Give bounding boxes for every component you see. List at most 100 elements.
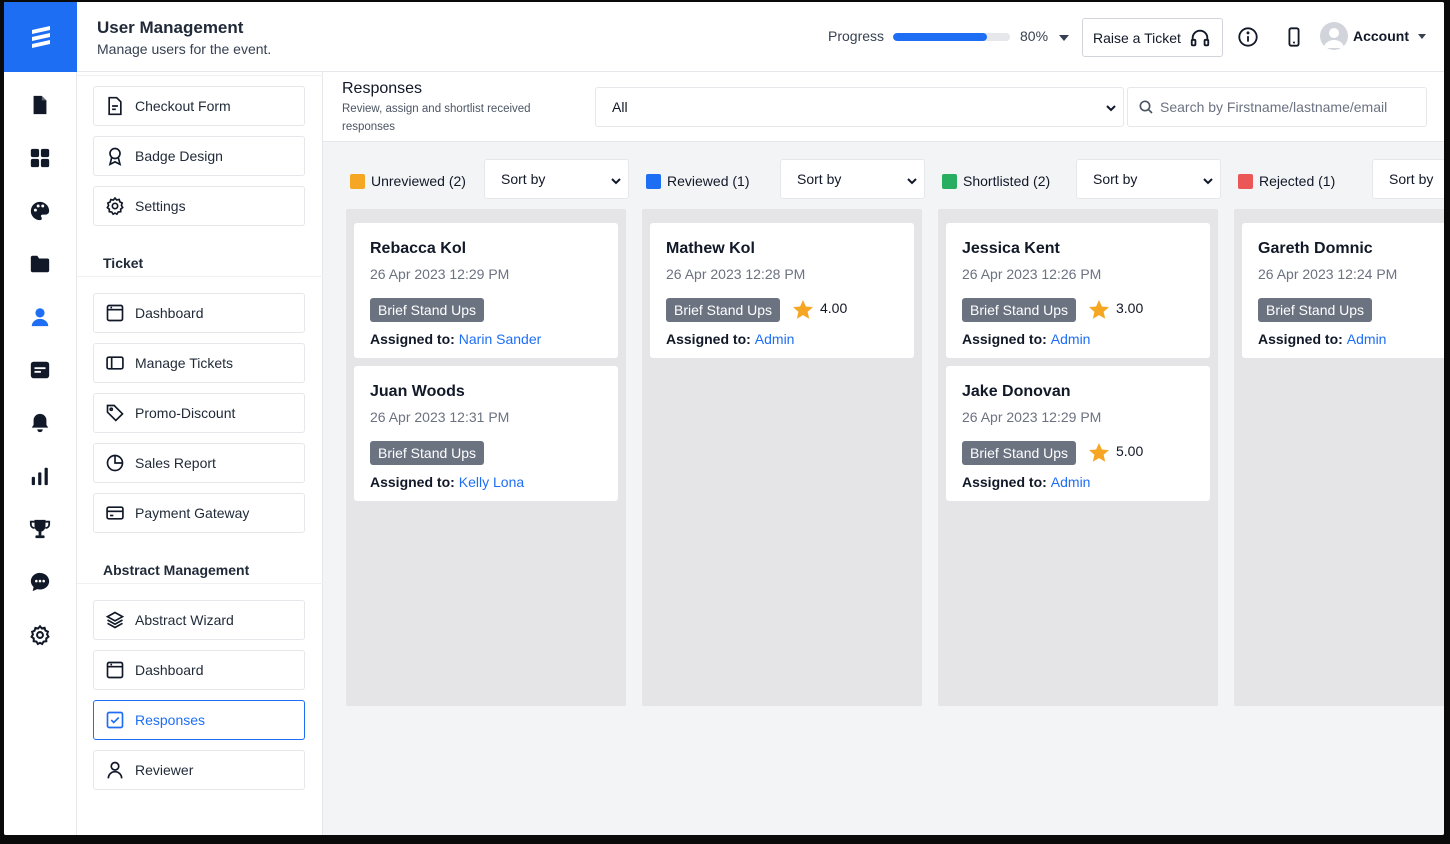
document-icon[interactable] (29, 94, 51, 116)
column-title: Reviewed (1) (667, 173, 750, 189)
search-icon (1139, 100, 1153, 114)
response-card[interactable]: Juan Woods 26 Apr 2023 12:31 PM Brief Stan… (354, 366, 618, 501)
progress-fill (893, 33, 987, 41)
column-header-reviewed: Reviewed (1) (646, 170, 749, 192)
browser-icon (106, 661, 124, 679)
responses-subtitle: Review, assign and shortlist received re… (342, 103, 531, 133)
menu-item-responses[interactable]: Responses (93, 700, 305, 740)
menu-divider (77, 583, 323, 584)
sort-by-select-reviewed[interactable]: Sort by (780, 159, 925, 199)
assigned-label: Assigned to: (666, 331, 751, 347)
status-color-swatch (1238, 173, 1253, 189)
app-window: User Management Manage users for the eve… (4, 2, 1444, 835)
menu-item-label: Checkout Form (135, 98, 231, 114)
menu-item-sales-report[interactable]: Sales Report (93, 443, 305, 483)
column-title: Unreviewed (2) (371, 173, 466, 189)
menu-item-payment-gateway[interactable]: Payment Gateway (93, 493, 305, 533)
status-filter-select[interactable]: All (595, 87, 1124, 127)
headset-icon (1190, 29, 1210, 46)
menu-item-abstract-dashboard[interactable]: Dashboard (93, 650, 305, 690)
menu-item-checkout-form[interactable]: Checkout Form (93, 86, 305, 126)
avatar[interactable] (1320, 22, 1348, 50)
progress-bar (893, 33, 1010, 41)
user-icon[interactable] (29, 306, 51, 328)
progress-dropdown-icon[interactable] (1059, 35, 1069, 41)
filter-value: All (612, 99, 628, 115)
search-box[interactable] (1127, 87, 1427, 127)
assignee-link[interactable]: Admin (755, 331, 795, 347)
menu-item-label: Badge Design (135, 148, 223, 164)
account-chevron-icon[interactable] (1418, 34, 1426, 39)
sort-label: Sort by (501, 171, 546, 187)
menu-divider (77, 276, 323, 277)
applicant-name: Mathew Kol (666, 240, 755, 257)
card-icon (106, 506, 124, 520)
chevron-down-icon (1203, 178, 1213, 185)
avatar-icon (1324, 28, 1344, 48)
mobile-icon[interactable] (1283, 26, 1305, 48)
rating-value: 5.00 (1116, 443, 1144, 459)
menu-item-badge-design[interactable]: Badge Design (93, 136, 305, 176)
assignee-link[interactable]: Admin (1051, 474, 1091, 490)
response-card[interactable]: Mathew Kol 26 Apr 2023 12:28 PM Brief Stan… (650, 223, 914, 358)
grid-icon[interactable] (29, 147, 51, 169)
menu-item-manage-tickets[interactable]: Manage Tickets (93, 343, 305, 383)
chevron-down-icon (611, 178, 621, 185)
column-unreviewed: Rebacca Kol 26 Apr 2023 12:29 PM Brief Sta… (346, 209, 626, 706)
column-header-rejected: Rejected (1) (1238, 170, 1335, 192)
category-tag: Brief Stand Ups (962, 441, 1077, 465)
menu-item-label: Dashboard (135, 662, 204, 678)
bar-chart-icon[interactable] (29, 465, 51, 487)
column-header-shortlisted: Shortlisted (2) (942, 170, 1050, 192)
chat-icon[interactable] (29, 571, 51, 593)
trophy-icon[interactable] (29, 518, 51, 540)
folder-icon[interactable] (29, 253, 51, 275)
bell-icon[interactable] (29, 412, 51, 434)
responses-toolbar: Responses Review, assign and shortlist r… (323, 72, 1444, 142)
gear-icon[interactable] (29, 624, 51, 646)
tag-icon (106, 404, 124, 422)
assignee-link[interactable]: Kelly Lona (459, 474, 524, 490)
form-icon[interactable] (29, 359, 51, 381)
menu-item-promo-discount[interactable]: Promo-Discount (93, 393, 305, 433)
response-card[interactable]: Jake Donovan 26 Apr 2023 12:29 PM Brief St… (946, 366, 1210, 501)
sort-by-select-shortlisted[interactable]: Sort by (1076, 159, 1221, 199)
status-color-swatch (942, 173, 957, 189)
assignee-link[interactable]: Narin Sander (459, 331, 542, 347)
logo-icon (31, 26, 50, 48)
menu-item-label: Settings (135, 198, 186, 214)
responses-board: Responses Review, assign and shortlist r… (323, 72, 1444, 835)
menu-item-label: Payment Gateway (135, 505, 250, 521)
response-card[interactable]: Rebacca Kol 26 Apr 2023 12:29 PM Brief Sta… (354, 223, 618, 358)
assigned-label: Assigned to: (370, 474, 455, 490)
layers-icon (105, 611, 125, 629)
star-icon (1089, 300, 1109, 319)
sort-by-select-rejected[interactable]: Sort by (1372, 159, 1444, 199)
submitted-date: 26 Apr 2023 12:29 PM (370, 266, 510, 282)
menu-item-settings[interactable]: Settings (93, 186, 305, 226)
menu-item-abstract-wizard[interactable]: Abstract Wizard (93, 600, 305, 640)
raise-ticket-button[interactable]: Raise a Ticket (1082, 18, 1223, 57)
menu-item-reviewer[interactable]: Reviewer (93, 750, 305, 790)
column-rejected: Gareth Domnic 26 Apr 2023 12:24 PM Brief S… (1234, 209, 1444, 706)
menu-item-ticket-dashboard[interactable]: Dashboard (93, 293, 305, 333)
palette-icon[interactable] (29, 200, 51, 222)
assignee-link[interactable]: Admin (1347, 331, 1387, 347)
assignee-link[interactable]: Admin (1051, 331, 1091, 347)
brand-logo[interactable] (4, 2, 77, 72)
pie-chart-icon (106, 454, 124, 472)
gear-icon (106, 196, 124, 216)
applicant-name: Juan Woods (370, 383, 465, 400)
applicant-name: Jake Donovan (962, 383, 1071, 400)
form-file-icon (108, 96, 122, 116)
category-tag: Brief Stand Ups (1258, 298, 1373, 322)
column-reviewed: Mathew Kol 26 Apr 2023 12:28 PM Brief Stan… (642, 209, 922, 706)
responses-title: Responses (342, 80, 423, 97)
search-input[interactable] (1160, 99, 1420, 115)
account-menu[interactable]: Account (1353, 28, 1409, 44)
assigned-label: Assigned to: (370, 331, 455, 347)
sort-by-select-unreviewed[interactable]: Sort by (484, 159, 629, 199)
response-card[interactable]: Gareth Domnic 26 Apr 2023 12:24 PM Brief S… (1242, 223, 1444, 358)
info-icon[interactable] (1237, 26, 1259, 48)
response-card[interactable]: Jessica Kent 26 Apr 2023 12:26 PM Brief St… (946, 223, 1210, 358)
